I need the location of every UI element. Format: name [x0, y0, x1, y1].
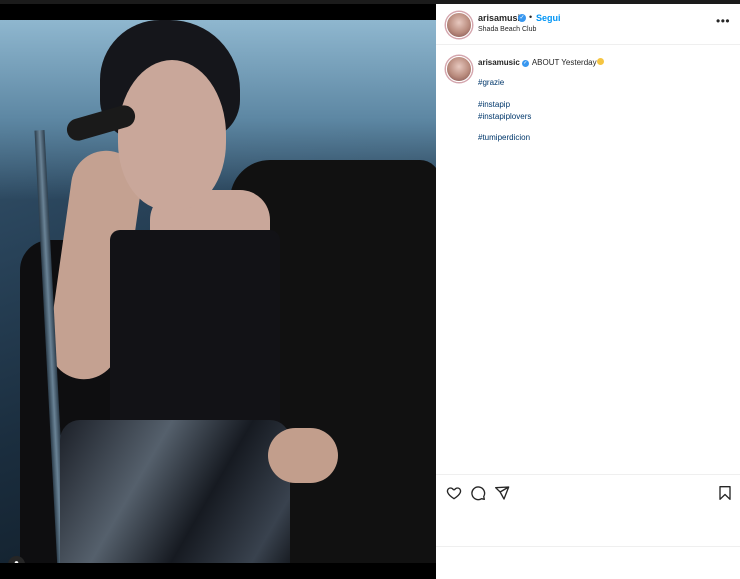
- bookmark-icon[interactable]: [717, 485, 733, 501]
- actions-divider: [436, 474, 740, 475]
- caption-line: arisamusic ✓ ABOUT Yesterday: [478, 58, 604, 67]
- leather-skirt: [60, 420, 290, 563]
- follow-button[interactable]: Segui: [536, 13, 561, 23]
- heart-icon[interactable]: [446, 485, 462, 501]
- caption-username[interactable]: arisamusic: [478, 58, 520, 67]
- caption-text: ABOUT Yesterday: [531, 58, 597, 67]
- send-icon[interactable]: [494, 485, 510, 501]
- post-header: arisamusic ✓ • Segui Shada Beach Club ••…: [436, 4, 740, 45]
- avatar[interactable]: [446, 12, 472, 38]
- post-details-panel: arisamusic ✓ • Segui Shada Beach Club ••…: [436, 4, 740, 579]
- hashtag-link[interactable]: #grazie: [478, 78, 504, 87]
- photo-bottom-band: [0, 563, 436, 579]
- hand-on-hip: [268, 428, 338, 483]
- more-options-icon[interactable]: •••: [716, 14, 730, 28]
- verified-badge-icon: ✓: [518, 14, 526, 22]
- hashtag-link[interactable]: #instapiplovers: [478, 112, 531, 121]
- bottom-divider: [436, 546, 740, 547]
- hashtag-link[interactable]: #instapip: [478, 100, 510, 109]
- smile-emoji-icon: [596, 58, 604, 65]
- caption-avatar[interactable]: [446, 56, 472, 82]
- comment-icon[interactable]: [470, 485, 486, 501]
- caption-verified-badge-icon: ✓: [521, 60, 529, 67]
- hashtag-link[interactable]: #tumiperdicion: [478, 133, 530, 142]
- post-image[interactable]: [0, 20, 436, 563]
- separator-dot: •: [529, 12, 533, 22]
- black-top: [110, 230, 280, 440]
- face: [118, 60, 226, 210]
- location-link[interactable]: Shada Beach Club: [478, 26, 536, 33]
